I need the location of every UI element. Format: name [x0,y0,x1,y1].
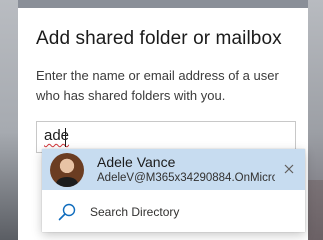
search-icon [58,203,76,221]
person-email: AdeleV@M365x34290884.OnMicros... [97,172,275,184]
avatar [50,153,84,187]
dialog-description: Enter the name or email address of a use… [36,68,279,103]
suggestions-dropdown: Adele Vance AdeleV@M365x34290884.OnMicro… [42,149,305,232]
remove-suggestion-button[interactable] [281,161,297,177]
search-directory-item[interactable]: Search Directory [42,190,305,232]
person-name: Adele Vance [97,154,176,170]
text-caret [65,128,66,147]
suggestion-person-adele-vance[interactable]: Adele Vance AdeleV@M365x34290884.OnMicro… [42,149,305,190]
dialog-title: Add shared folder or mailbox [36,28,282,49]
close-icon [284,164,294,174]
background-right-bottom [308,180,323,240]
background-left [0,0,18,240]
search-directory-label: Search Directory [90,205,180,219]
